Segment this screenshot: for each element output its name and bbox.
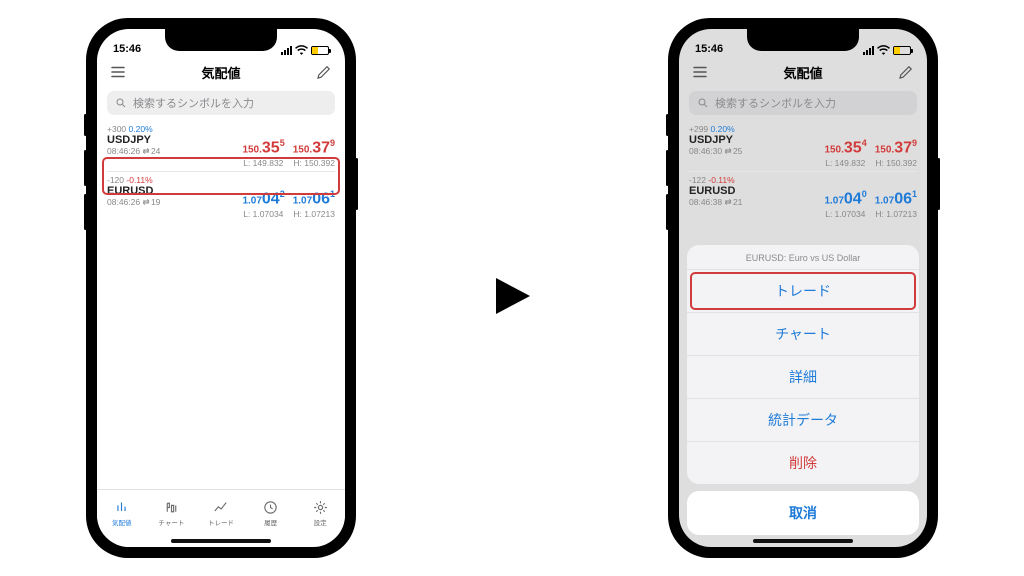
screen-left: 15:46 気配値 検索するシンボルを入力 +300 0.20%USDJPY08… — [97, 29, 345, 547]
tab-chart[interactable]: チャート — [147, 499, 197, 527]
search-icon — [697, 97, 709, 109]
quote-row-eurusd[interactable]: -122 -0.11%EURUSD08:46:38 ⇄ 211.070401.0… — [679, 172, 927, 223]
battery-icon — [311, 46, 329, 55]
action-sheet: EURUSD: Euro vs US Dollar トレード チャート 詳細 統… — [679, 245, 927, 535]
phone-frame-right: 15:46 気配値 検索するシンボルを入力 +299 0.20%USDJPY08… — [668, 18, 938, 558]
quote-row-eurusd[interactable]: -120 -0.11%EURUSD08:46:26 ⇄ 191.070421.0… — [97, 172, 345, 223]
quote-row-usdjpy[interactable]: +300 0.20%USDJPY08:46:26 ⇄ 24150.355150.… — [97, 121, 345, 172]
battery-icon — [893, 46, 911, 55]
sheet-option-trade[interactable]: トレード — [687, 269, 919, 312]
status-time: 15:46 — [113, 43, 141, 55]
wifi-icon — [295, 45, 308, 55]
sheet-option-stats[interactable]: 統計データ — [687, 398, 919, 441]
quote-row-usdjpy[interactable]: +299 0.20%USDJPY08:46:30 ⇄ 25150.354150.… — [679, 121, 927, 172]
quote-list: +300 0.20%USDJPY08:46:26 ⇄ 24150.355150.… — [97, 121, 345, 223]
phone-frame-left: 15:46 気配値 検索するシンボルを入力 +300 0.20%USDJPY08… — [86, 18, 356, 558]
tab-history[interactable]: 履歴 — [246, 499, 296, 527]
list-icon[interactable] — [109, 63, 127, 81]
sheet-option-detail[interactable]: 詳細 — [687, 355, 919, 398]
wifi-icon — [877, 45, 890, 55]
tab-trade[interactable]: トレード — [196, 499, 246, 527]
sheet-option-chart[interactable]: チャート — [687, 312, 919, 355]
app-header: 気配値 — [97, 57, 345, 87]
signal-icon — [863, 46, 874, 55]
flow-arrow-icon — [488, 272, 536, 325]
tab-quotes[interactable]: 気配値 — [97, 499, 147, 527]
search-placeholder: 検索するシンボルを入力 — [133, 95, 254, 111]
search-input[interactable]: 検索するシンボルを入力 — [689, 91, 917, 115]
screen-right: 15:46 気配値 検索するシンボルを入力 +299 0.20%USDJPY08… — [679, 29, 927, 547]
status-time: 15:46 — [695, 43, 723, 55]
search-placeholder: 検索するシンボルを入力 — [715, 95, 836, 111]
tab-settings[interactable]: 設定 — [295, 499, 345, 527]
app-header: 気配値 — [679, 57, 927, 87]
sheet-option-delete[interactable]: 削除 — [687, 441, 919, 484]
search-icon — [115, 97, 127, 109]
tab-bar: 気配値 チャート トレード 履歴 設定 — [97, 489, 345, 535]
sheet-title: EURUSD: Euro vs US Dollar — [687, 245, 919, 269]
sheet-cancel-button[interactable]: 取消 — [687, 491, 919, 535]
quote-list: +299 0.20%USDJPY08:46:30 ⇄ 25150.354150.… — [679, 121, 927, 223]
highlight-trade-option — [690, 272, 916, 310]
signal-icon — [281, 46, 292, 55]
search-input[interactable]: 検索するシンボルを入力 — [107, 91, 335, 115]
header-title: 気配値 — [201, 63, 240, 82]
header-title: 気配値 — [783, 63, 822, 82]
list-icon[interactable] — [691, 63, 709, 81]
edit-icon[interactable] — [315, 63, 333, 81]
edit-icon[interactable] — [897, 63, 915, 81]
